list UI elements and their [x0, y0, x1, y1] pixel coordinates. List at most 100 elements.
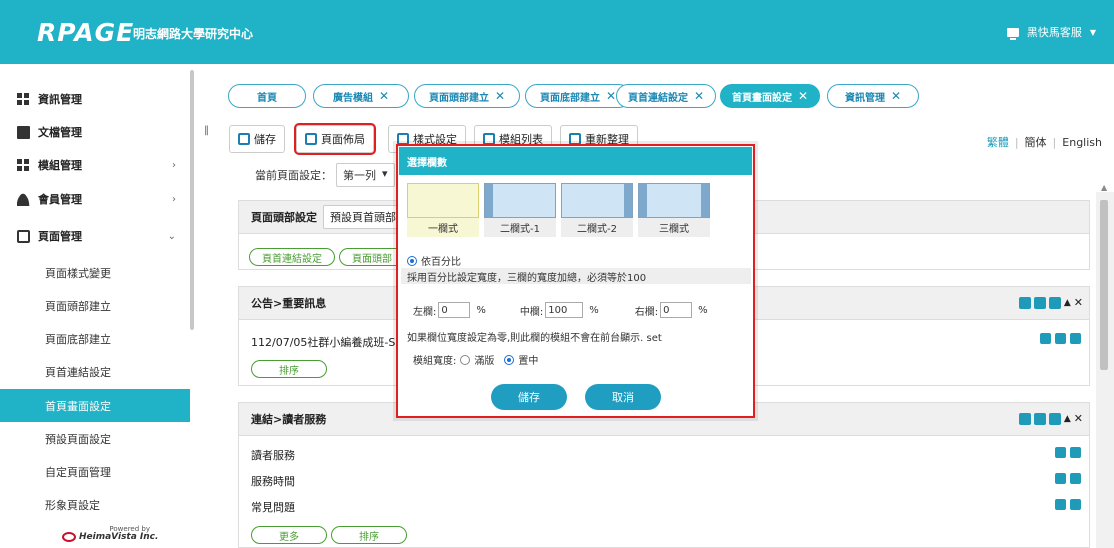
org-name: 明志網路大學研究中心: [133, 27, 254, 41]
save-button[interactable]: 儲存: [229, 125, 285, 153]
sidebar-item-docs[interactable]: 文檔管理: [0, 115, 190, 149]
zero-width-note: 如果欄位寬度設定為零,則此欄的模組不會在前台顯示. set: [407, 333, 662, 344]
sidebar-item-label: 模組管理: [38, 159, 82, 172]
link-item[interactable]: 服務時間: [251, 473, 295, 489]
percent-sign: %: [476, 304, 486, 316]
sidebar-item-info[interactable]: 資訊管理: [0, 82, 190, 116]
delete-icon[interactable]: [1070, 333, 1081, 344]
links-panel: 連結>讀者服務 ▲ ✕ 讀者服務 服務時間 常見問題 更多 排序: [238, 402, 1090, 548]
layout-icon[interactable]: [1033, 412, 1046, 425]
tab-home-layout[interactable]: 首頁畫面設定 ✕: [720, 84, 820, 108]
link-item[interactable]: 讀者服務: [251, 447, 295, 463]
tab-ads[interactable]: 廣告模組 ✕: [313, 84, 409, 108]
close-icon[interactable]: ✕: [495, 89, 505, 103]
sort-pill[interactable]: 排序: [251, 360, 327, 378]
layout-three-column[interactable]: 三欄式: [638, 183, 710, 237]
layout-one-column[interactable]: 一欄式: [407, 183, 479, 237]
edit-icon[interactable]: [1055, 447, 1066, 458]
layout-label: 一欄式: [407, 218, 479, 237]
tab-info[interactable]: 資訊管理 ✕: [827, 84, 919, 108]
header-select-value: 預設頁首頭部: [330, 211, 396, 224]
edit-icon[interactable]: [1018, 296, 1031, 309]
dialog-save-button[interactable]: 儲存: [491, 384, 567, 410]
column-width-row: 左欄: 0 % 中欄: 100 % 右欄: 0 %: [413, 302, 708, 318]
sort-pill[interactable]: 排序: [331, 526, 407, 544]
app-logo[interactable]: RPAGE: [37, 18, 134, 47]
full-width-radio[interactable]: [460, 354, 471, 365]
header-links-row: 頁首連結設定 頁面頭部: [249, 248, 405, 266]
more-pill[interactable]: 更多: [251, 526, 327, 544]
percent-radio[interactable]: [407, 255, 417, 266]
notice-title: 公告>重要訊息: [251, 297, 327, 310]
center-radio[interactable]: [504, 354, 515, 365]
edit-icon[interactable]: [1040, 333, 1051, 344]
sidebar-item-label: 頁面管理: [38, 230, 82, 243]
header-links-pill[interactable]: 頁首連結設定: [249, 248, 335, 266]
link-item[interactable]: 常見問題: [251, 499, 295, 515]
layout-icon[interactable]: [1033, 296, 1046, 309]
layout-two-column-1[interactable]: 二欄式-1: [484, 183, 556, 237]
sidebar-sub-page-footer[interactable]: 頁面底部建立: [0, 322, 190, 355]
save-label: 儲存: [254, 133, 276, 146]
percent-option[interactable]: 依百分比: [407, 253, 461, 268]
sidebar-sub-page-style[interactable]: 頁面樣式變更: [0, 256, 190, 289]
sidebar-sub-header-links[interactable]: 頁首連結設定: [0, 355, 190, 388]
delete-icon[interactable]: [1070, 447, 1081, 458]
edit-icon[interactable]: [1018, 412, 1031, 425]
delete-icon[interactable]: [1070, 473, 1081, 484]
right-width-input[interactable]: 0: [660, 302, 693, 318]
close-icon[interactable]: ✕: [798, 89, 808, 103]
close-icon[interactable]: ✕: [606, 89, 616, 103]
page-layout-button[interactable]: 頁面佈局: [296, 125, 374, 153]
close-icon[interactable]: ✕: [891, 89, 901, 103]
lang-traditional[interactable]: 繁體: [987, 136, 1009, 149]
lang-simplified[interactable]: 簡体: [1025, 136, 1047, 149]
move-up-icon[interactable]: ▲: [1064, 298, 1071, 308]
sidebar-collapse-icon[interactable]: ‖: [204, 125, 209, 136]
sidebar-sub-page-header[interactable]: 頁面頭部建立: [0, 289, 190, 322]
layout-icon: [305, 133, 317, 145]
move-up-icon[interactable]: ▲: [1064, 414, 1071, 424]
main-scroll-thumb[interactable]: [1100, 200, 1108, 370]
dialog-title: 選擇欄數: [399, 147, 752, 175]
settings-icon[interactable]: [1048, 296, 1061, 309]
sidebar-item-pages[interactable]: 頁面管理 ⌄: [0, 219, 190, 253]
sidebar-scrollbar[interactable]: [190, 70, 194, 330]
layout-two-column-2[interactable]: 二欄式-2: [561, 183, 633, 237]
sidebar-item-label: 文檔管理: [38, 126, 82, 139]
header-select[interactable]: 預設頁首頭部: [323, 205, 403, 229]
edit-icon[interactable]: [1055, 499, 1066, 510]
dialog-cancel-button[interactable]: 取消: [585, 384, 661, 410]
close-icon[interactable]: ✕: [1074, 412, 1083, 425]
sidebar-sub-image-page[interactable]: 形象頁設定: [0, 488, 190, 521]
close-icon[interactable]: ✕: [379, 89, 389, 103]
notice-item[interactable]: 112/07/05社群小編養成班-SEO: [251, 334, 411, 350]
layout-icon[interactable]: [1055, 333, 1066, 344]
tab-header-links[interactable]: 頁首連結設定 ✕: [616, 84, 716, 108]
dialog-body: 選擇欄數 一欄式 二欄式-1 二欄式-2 三欄式 依百分比 採用百分比設定寬度，…: [399, 147, 752, 415]
scroll-up-icon[interactable]: ▲: [1101, 183, 1107, 192]
settings-icon[interactable]: [1048, 412, 1061, 425]
mid-width-input[interactable]: 100: [545, 302, 584, 318]
sidebar-item-members[interactable]: 會員管理 ›: [0, 182, 190, 216]
close-icon[interactable]: ✕: [694, 89, 704, 103]
left-width-input[interactable]: 0: [438, 302, 471, 318]
sidebar-sub-home-layout[interactable]: 首頁畫面設定: [0, 389, 190, 422]
tab-label: 首頁: [257, 92, 277, 104]
user-label: 黑快馬客服: [1026, 26, 1082, 39]
vendor-name: HeimaVista Inc.: [79, 532, 159, 542]
close-icon[interactable]: ✕: [1074, 296, 1083, 309]
tab-page-header[interactable]: 頁面頭部建立 ✕: [414, 84, 520, 108]
sidebar-sub-custom-page[interactable]: 自定頁面管理: [0, 455, 190, 488]
user-menu[interactable]: 黑快馬客服 ▼: [1006, 24, 1096, 40]
sidebar-sub-default-page[interactable]: 預設頁面設定: [0, 422, 190, 455]
edit-icon[interactable]: [1055, 473, 1066, 484]
current-row-select[interactable]: 第一列 ▾: [336, 163, 395, 187]
tab-home[interactable]: 首頁: [228, 84, 306, 108]
divider: |: [1014, 136, 1019, 149]
delete-icon[interactable]: [1070, 499, 1081, 510]
sidebar-item-label: 會員管理: [38, 193, 82, 206]
lang-english[interactable]: English: [1062, 136, 1102, 149]
caret-down-icon: ▼: [1089, 27, 1096, 37]
sidebar-item-modules[interactable]: 模組管理 ›: [0, 148, 190, 182]
